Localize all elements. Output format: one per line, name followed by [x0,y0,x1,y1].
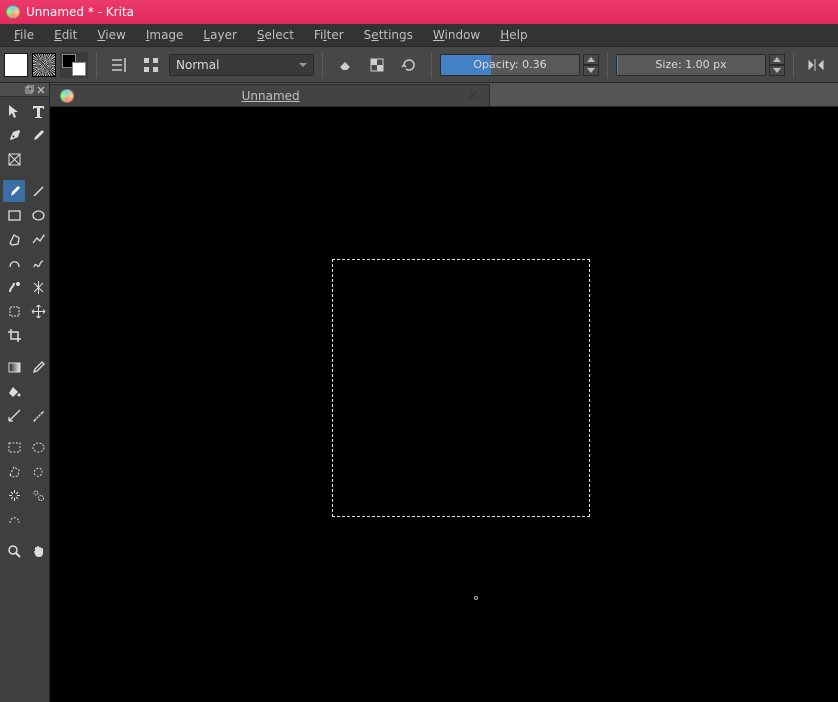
edit-shapes-tool[interactable] [3,124,25,146]
rectangle-tool[interactable] [3,204,25,226]
menu-layer[interactable]: Layer [193,25,246,45]
calligraphy-tool[interactable] [27,124,49,146]
rect-select-tool[interactable] [3,436,25,458]
workspace-chooser-button[interactable] [137,52,165,78]
transform-tool[interactable] [3,100,25,122]
menu-window[interactable]: Window [423,25,490,45]
close-tab-icon[interactable]: ✕ [467,88,479,104]
freehand-brush-tool[interactable] [3,180,25,202]
separator [96,52,97,78]
document-tab-name: Unnamed [84,89,457,103]
menu-settings[interactable]: Settings [354,25,423,45]
color-sampler-tool[interactable] [27,356,49,378]
opacity-slider[interactable]: Opacity: 0.36 [440,54,580,76]
menu-view[interactable]: View [87,25,135,45]
menu-help[interactable]: Help [490,25,537,45]
float-panel-icon[interactable] [24,85,34,95]
toolbox-panel [0,83,50,702]
canvas-area[interactable] [50,107,838,702]
polygon-tool[interactable] [3,228,25,250]
ellipse-tool[interactable] [27,204,49,226]
options-toolbar: Normal Opacity: 0.36 Size: 1.00 px [0,47,838,83]
spin-up-icon[interactable] [769,54,785,65]
menu-edit[interactable]: Edit [44,25,87,45]
menu-file[interactable]: File [4,25,44,45]
ellipse-select-tool[interactable] [27,436,49,458]
toolbox-header[interactable] [0,83,49,97]
document-tab[interactable]: Unnamed ✕ [50,84,490,106]
zoom-tool[interactable] [3,540,25,562]
measure-tool[interactable] [27,404,49,426]
menubar: File Edit View Image Layer Select Filter… [0,24,838,47]
separator [607,52,608,78]
line-tool[interactable] [27,180,49,202]
polyline-tool[interactable] [27,228,49,250]
gradient-preset-thumb[interactable] [4,53,28,77]
document-tab-strip: Unnamed ✕ [50,83,838,107]
bezier-select-tool[interactable] [3,508,25,530]
similar-select-tool[interactable] [27,484,49,506]
assistant-tool[interactable] [3,404,25,426]
titlebar: Unnamed * - Krita [0,0,838,24]
pattern-edit-tool[interactable] [3,148,25,170]
close-panel-icon[interactable] [36,85,46,95]
spin-up-icon[interactable] [583,54,599,65]
freehand-path-tool[interactable] [27,252,49,274]
separator [793,52,794,78]
fill-tool[interactable] [3,380,25,402]
transform-tool-2[interactable] [3,300,25,322]
size-slider[interactable]: Size: 1.00 px [616,54,766,76]
document-icon [60,89,74,103]
blend-mode-label: Normal [176,58,219,72]
crop-tool[interactable] [3,324,25,346]
blend-mode-combo[interactable]: Normal [169,54,314,76]
menu-image[interactable]: Image [136,25,194,45]
menu-filter[interactable]: Filter [304,25,354,45]
freehand-select-tool[interactable] [27,460,49,482]
size-slider-label: Size: 1.00 px [617,58,765,71]
contiguous-select-tool[interactable] [3,484,25,506]
size-spin[interactable] [769,54,785,76]
eraser-mode-button[interactable] [331,52,359,78]
brush-settings-button[interactable] [105,52,133,78]
pan-tool[interactable] [27,540,49,562]
foreground-background-color[interactable] [60,52,88,78]
separator [431,52,432,78]
bezier-tool[interactable] [3,252,25,274]
krita-app-icon [6,5,20,19]
spin-down-icon[interactable] [769,65,785,76]
separator [322,52,323,78]
mirror-horizontal-button[interactable] [802,52,830,78]
pattern-preset-thumb[interactable] [32,53,56,77]
polygon-select-tool[interactable] [3,460,25,482]
marching-ants-selection [332,259,590,517]
fill-gradient-tool[interactable] [3,356,25,378]
opacity-spin[interactable] [583,54,599,76]
spin-down-icon[interactable] [583,65,599,76]
brush-cursor-outline [474,596,478,600]
multibrush-tool[interactable] [27,276,49,298]
opacity-slider-label: Opacity: 0.36 [441,58,579,71]
window-title: Unnamed * - Krita [26,5,134,19]
reload-preset-button[interactable] [395,52,423,78]
alpha-lock-button[interactable] [363,52,391,78]
move-tool[interactable] [27,300,49,322]
dropdown-arrow-icon [299,63,307,71]
text-tool[interactable] [27,100,49,122]
dynamic-brush-tool[interactable] [3,276,25,298]
menu-select[interactable]: Select [247,25,304,45]
